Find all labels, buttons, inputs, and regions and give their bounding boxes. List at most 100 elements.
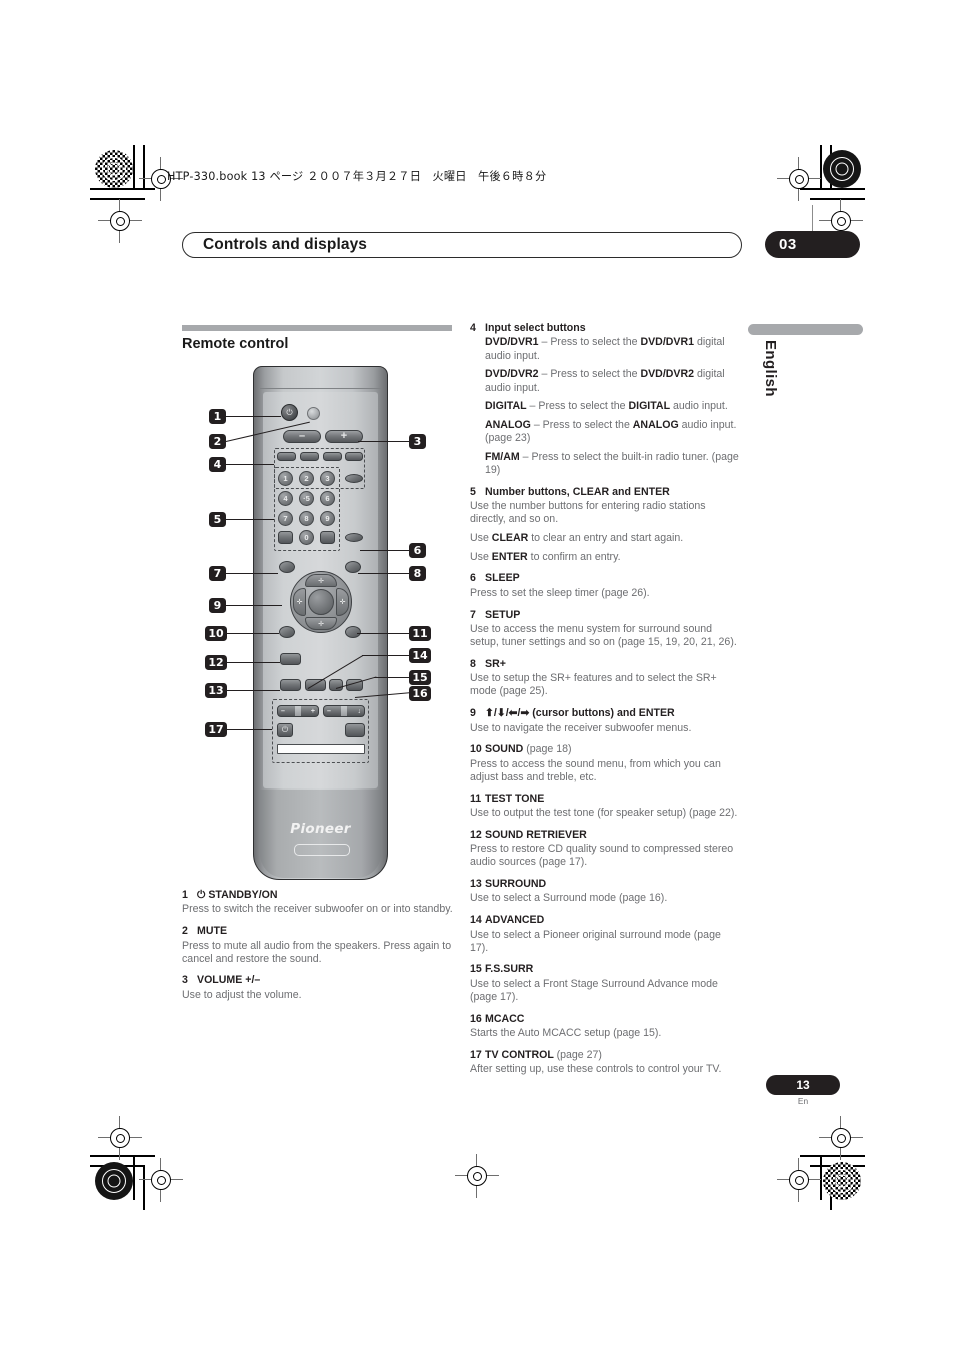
control-entry-heading: 4 Input select buttons	[470, 322, 586, 334]
cursor-down-icon: ✛	[318, 620, 324, 628]
chapter-number-badge: 03	[765, 231, 860, 258]
control-entry: 4 Input select buttons DVD/DVR1 – Press to…	[470, 322, 742, 477]
tv-channel-rocker[interactable]: – +	[277, 705, 319, 717]
control-entry: 5 Number buttons, CLEAR and ENTER Use the …	[470, 486, 742, 564]
callout-1: 1	[209, 409, 226, 424]
sleep-button[interactable]	[345, 533, 363, 542]
control-entry: 14 ADVANCED Use to select a Pioneer origin…	[470, 914, 742, 955]
crop-mark-top-right-v	[820, 145, 822, 190]
number-button-4[interactable]: 4	[278, 491, 293, 506]
input-select-dvd-dvr1-button[interactable]	[277, 452, 296, 461]
page-number-badge: 13	[766, 1075, 840, 1095]
control-entry-heading: 12 SOUND RETRIEVER	[470, 828, 587, 841]
standby-on-button[interactable]: ⏻	[281, 404, 298, 421]
tv-rocker-left-plus: +	[310, 707, 315, 715]
control-entry-number: 7	[470, 608, 476, 621]
tv-rocker-right-divider	[341, 706, 348, 716]
control-entry: 7 SETUP Use to access the menu system for …	[470, 609, 742, 650]
leader-line-5	[226, 519, 274, 521]
control-entry-description: Use the number buttons for entering radi…	[470, 500, 706, 526]
number-button-9[interactable]: 9	[320, 511, 335, 526]
left-text-column: 1 ⏻ STANDBY/ON Press to switch the receive…	[182, 889, 454, 1002]
input-select-fm-am-button[interactable]	[345, 474, 363, 483]
number-button-6[interactable]: 6	[320, 491, 335, 506]
cursor-up-button[interactable]: ✛	[305, 574, 337, 587]
tv-input-button[interactable]	[345, 723, 365, 737]
leader-line-15h	[374, 677, 410, 679]
number-button-0[interactable]: 0	[299, 530, 314, 545]
tv-control-display	[277, 744, 365, 754]
number-button-8[interactable]: 8	[299, 511, 314, 526]
control-entry-number: 4	[470, 322, 476, 334]
control-entry: 8 SR+ Use to setup the SR+ features and to…	[470, 658, 742, 699]
crop-mark-top-left-v	[133, 145, 135, 190]
number-button-8-label: 8	[304, 514, 309, 523]
input-select-digital-button[interactable]	[323, 452, 342, 461]
control-entry-heading: 1 ⏻ STANDBY/ON	[182, 889, 278, 901]
registration-target-bottom-left	[95, 1162, 133, 1200]
crop-mark-bottom-left-v2	[143, 1165, 145, 1210]
clear-button[interactable]	[278, 531, 293, 544]
control-entry: 15 F.S.SURR Use to select a Front Stage Su…	[470, 963, 742, 1004]
registration-mark-bottom-right-low	[777, 1158, 821, 1202]
control-entry-heading: 15 F.S.SURR	[470, 963, 534, 976]
control-entry: 10 SOUND (page 18) Press to access the sou…	[470, 743, 742, 784]
input-select-analog-button[interactable]	[345, 452, 363, 461]
surround-button[interactable]	[280, 679, 301, 691]
tv-power-button[interactable]: ⏻	[277, 723, 293, 737]
registration-mark-top-left-low	[98, 199, 142, 243]
sr-plus-button[interactable]	[345, 561, 361, 573]
number-button-3[interactable]: 3	[320, 471, 335, 486]
control-entry-heading: 13 SURROUND	[470, 878, 547, 891]
control-entry: 11 TEST TONE Use to output the test tone (…	[470, 793, 742, 821]
control-entry-number: 6	[470, 572, 476, 585]
enter-center-button[interactable]	[308, 589, 334, 615]
number-button-1[interactable]: 1	[278, 471, 293, 486]
control-entry-heading: 17 TV CONTROL (page 27)	[470, 1048, 602, 1061]
control-entry: 1 ⏻ STANDBY/ON Press to switch the receive…	[182, 889, 454, 917]
enter-button[interactable]	[320, 531, 335, 544]
control-entry-description: DVD/DVR1 – Press to select the DVD/DVR1 …	[485, 336, 725, 362]
leader-line-9	[226, 605, 282, 607]
control-entry: 9 ⬆/⬇/⬅/➡ (cursor buttons) and ENTER Use t…	[470, 707, 742, 735]
control-entry-heading: 14 ADVANCED	[470, 914, 545, 927]
sound-retriever-button[interactable]	[280, 653, 301, 665]
cursor-right-icon: ✛	[339, 599, 346, 606]
callout-11: 11	[409, 626, 431, 641]
control-entry-number: 8	[470, 657, 476, 670]
control-entry-number: 12	[470, 828, 482, 841]
leader-line-3	[358, 441, 410, 443]
control-entry-number: 1	[182, 889, 188, 901]
cursor-down-button[interactable]: ✛	[305, 617, 337, 630]
mute-button[interactable]	[307, 407, 320, 420]
control-entry-description: Use to output the test tone (for speaker…	[470, 807, 738, 820]
page-language-code: En	[797, 1096, 809, 1106]
control-entry-description: Press to restore CD quality sound to com…	[470, 843, 734, 869]
control-entry-description: Use CLEAR to clear an entry and start ag…	[470, 532, 684, 545]
pioneer-logo: Pioneer	[290, 821, 351, 837]
callout-15: 15	[409, 670, 431, 685]
tv-volume-rocker[interactable]: – ↓	[323, 705, 365, 717]
volume-minus-button[interactable]: –	[283, 430, 321, 443]
number-button-7[interactable]: 7	[278, 511, 293, 526]
number-button-5[interactable]: ·5	[299, 491, 314, 506]
page-title: Controls and displays	[203, 236, 368, 253]
control-entry-heading: 6 SLEEP	[470, 572, 520, 585]
control-entry-page-ref: (page 18)	[526, 743, 572, 756]
number-button-0-label: 0	[304, 533, 309, 542]
cursor-left-button[interactable]: ✛	[293, 588, 306, 616]
control-entry-description: Press to switch the receiver subwoofer o…	[182, 903, 453, 916]
sound-button[interactable]	[279, 626, 295, 638]
callout-8: 8	[409, 566, 426, 581]
control-entry-description: ANALOG – Press to select the ANALOG audi…	[485, 418, 737, 445]
test-tone-button[interactable]	[345, 626, 361, 638]
callout-6: 6	[409, 543, 426, 558]
setup-button[interactable]	[279, 561, 295, 573]
number-button-2[interactable]: 2	[299, 471, 314, 486]
crop-mark-top-right-h2	[810, 198, 865, 200]
callout-3: 3	[409, 434, 426, 449]
control-entry: 16 MCACC Starts the Auto MCACC setup (page…	[470, 1013, 742, 1041]
control-entry-number: 5	[470, 485, 476, 498]
input-select-dvd-dvr2-button[interactable]	[300, 452, 319, 461]
crop-mark-top-left-v2	[143, 145, 145, 190]
